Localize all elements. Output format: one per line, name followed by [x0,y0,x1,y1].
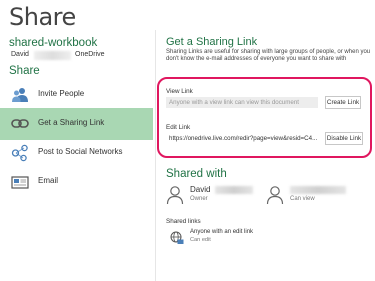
workbook-name: shared-workbook [9,37,98,49]
section-title: Share [9,65,40,77]
redacted-text [215,186,253,194]
highlight-outline [157,77,372,158]
owner-location: OneDrive [75,51,105,58]
avatar-icon [266,185,284,205]
share-sidebar: shared-workbook David OneDrive Share Inv… [0,0,153,281]
nav-label: Post to Social Networks [38,147,123,156]
social-network-icon [11,144,29,162]
shared-links-label: Shared links [166,218,201,225]
people-icon [11,86,29,104]
shared-link-permission: Can edit [190,237,211,243]
link-icon [11,115,29,133]
vertical-divider [155,30,156,281]
sharing-description: Sharing Links are useful for sharing wit… [166,49,371,63]
shared-link-entry[interactable]: Anyone with an edit link Can edit [170,229,320,249]
redacted-text [34,51,71,60]
nav-item-sharing-link[interactable]: Get a Sharing Link [0,108,153,140]
owner-name: David [11,51,29,58]
nav-label: Get a Sharing Link [38,118,105,127]
person-role: Can view [290,196,315,202]
globe-link-icon [170,231,184,245]
shared-link-text: Anyone with an edit link [190,229,254,235]
owner-row: David OneDrive [11,51,151,61]
redacted-text [290,186,346,194]
person-name: David [190,185,211,194]
avatar-icon [166,185,184,205]
shared-person[interactable]: David Owner [166,183,266,207]
email-icon [11,173,29,191]
shared-with-title: Shared with [166,168,227,180]
shared-person[interactable]: Can view [266,183,366,207]
nav-item-social-networks[interactable]: Post to Social Networks [0,137,153,169]
nav-label: Email [38,176,59,185]
person-role: Owner [190,196,208,202]
sharing-link-title: Get a Sharing Link [166,36,258,48]
nav-item-email[interactable]: Email [0,166,153,198]
nav-label: Invite People [38,89,85,98]
nav-item-invite-people[interactable]: Invite People [0,79,153,111]
